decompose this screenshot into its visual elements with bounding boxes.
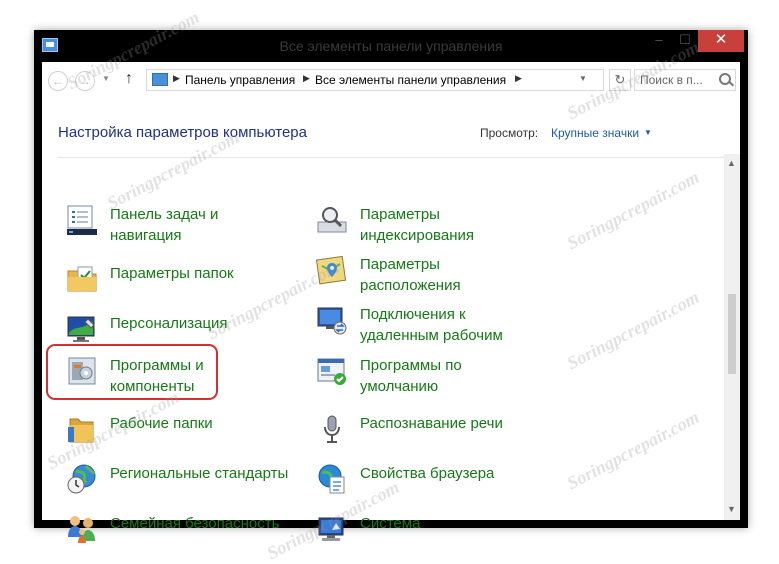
family-safety-icon [68,516,95,543]
content-pane: Настройка параметров компьютера Просмотр… [42,98,740,543]
view-mode-value: Крупные значки [551,126,640,140]
item-label: Параметры папок [110,265,234,282]
vertical-scrollbar[interactable]: ▲ ▼ [724,154,740,520]
item-family-safety[interactable]: Семейная безопасность [66,513,279,549]
item-system[interactable]: Система [316,513,516,549]
scrollbar-thumb[interactable] [728,294,736,374]
item-label: Параметры расположения [360,256,461,294]
search-icon[interactable] [719,73,731,85]
remote-connections-icon [317,307,347,335]
view-mode-dropdown[interactable]: Крупные значки ▼ [551,126,652,140]
item-work-folders[interactable]: Рабочие папки [66,413,246,449]
view-label: Просмотр: [480,126,539,140]
item-programs-features[interactable]: Программы и компоненты [66,355,246,399]
item-default-programs[interactable]: Программы по умолчанию [316,355,516,399]
close-button[interactable]: ✕ [698,30,744,52]
item-region[interactable]: Региональные стандарты [66,463,288,499]
item-label: Региональные стандарты [110,465,289,482]
search-input[interactable]: Поиск в п... [634,69,736,91]
minimize-button[interactable]: ‒ [646,30,672,52]
up-button[interactable]: ↑ [125,70,133,88]
item-label: Подключения к удаленным рабочим [360,306,503,344]
divider [58,157,724,158]
folder-options-icon [67,266,97,292]
breadcrumb-separator-icon[interactable]: ▶ [303,73,310,84]
search-placeholder: Поиск в п... [640,73,703,87]
breadcrumb-control-panel[interactable]: Панель управления [185,73,295,87]
breadcrumb-separator-icon[interactable]: ▶ [173,73,180,84]
item-taskbar-navigation[interactable]: Панель задач и навигация [66,204,246,248]
item-label: Программы и компоненты [110,357,204,395]
refresh-button[interactable]: ↻ [609,69,631,91]
work-folders-icon [68,418,94,443]
title-bar: Все элементы панели управления ‒ ☐ ✕ [34,30,748,62]
window-title: Все элементы панели управления [279,38,503,54]
taskbar-icon [67,205,97,235]
indexing-icon [317,207,347,233]
item-location-settings[interactable]: Параметры расположения [316,254,516,298]
item-indexing-options[interactable]: Параметры индексирования [316,204,516,248]
default-programs-icon [317,358,346,385]
address-history-dropdown-icon[interactable]: ▼ [579,74,587,83]
forward-button[interactable]: → [75,71,95,91]
control-panel-icon [152,73,168,86]
item-personalization[interactable]: Персонализация [66,313,246,349]
item-label: Распознавание речи [360,415,503,432]
item-label: Рабочие папки [110,415,213,432]
page-title: Настройка параметров компьютера [58,124,307,141]
chevron-down-icon: ▼ [644,128,652,137]
item-label: Панель задач и навигация [110,206,219,244]
item-label: Система [360,515,421,532]
personalization-icon [67,316,95,342]
address-field[interactable]: ▶ Панель управления ▶ Все элементы панел… [146,69,604,91]
breadcrumb-separator-icon[interactable]: ▶ [515,73,522,84]
programs-features-icon [68,357,96,385]
control-panel-window: Все элементы панели управления ‒ ☐ ✕ ← →… [34,30,748,543]
address-toolbar: ← → ▼ ↑ ▶ Панель управления ▶ Все элемен… [42,62,740,98]
item-label: Свойства браузера [360,465,495,482]
breadcrumb-all-items[interactable]: Все элементы панели управления [315,73,506,87]
scroll-down-arrow-icon[interactable]: ▼ [727,504,736,514]
item-label: Программы по умолчанию [360,357,462,395]
location-icon [316,255,347,285]
speech-recognition-icon [324,415,340,443]
window-client-area: ← → ▼ ↑ ▶ Панель управления ▶ Все элемен… [42,62,740,543]
maximize-button[interactable]: ☐ [672,30,698,52]
item-remote-connections[interactable]: Подключения к удаленным рабочим [316,304,516,348]
item-label: Параметры индексирования [360,206,474,244]
item-label: Персонализация [110,315,228,332]
item-internet-options[interactable]: Свойства браузера [316,463,516,499]
item-label: Семейная безопасность [110,515,280,532]
system-icon [318,517,344,541]
back-button[interactable]: ← [48,71,68,91]
item-folder-options[interactable]: Параметры папок [66,263,246,299]
item-speech-recognition[interactable]: Распознавание речи [316,413,516,449]
recent-locations-dropdown-icon[interactable]: ▼ [102,74,110,83]
region-icon [67,464,96,494]
internet-options-icon [318,464,345,494]
scroll-up-arrow-icon[interactable]: ▲ [727,158,736,168]
